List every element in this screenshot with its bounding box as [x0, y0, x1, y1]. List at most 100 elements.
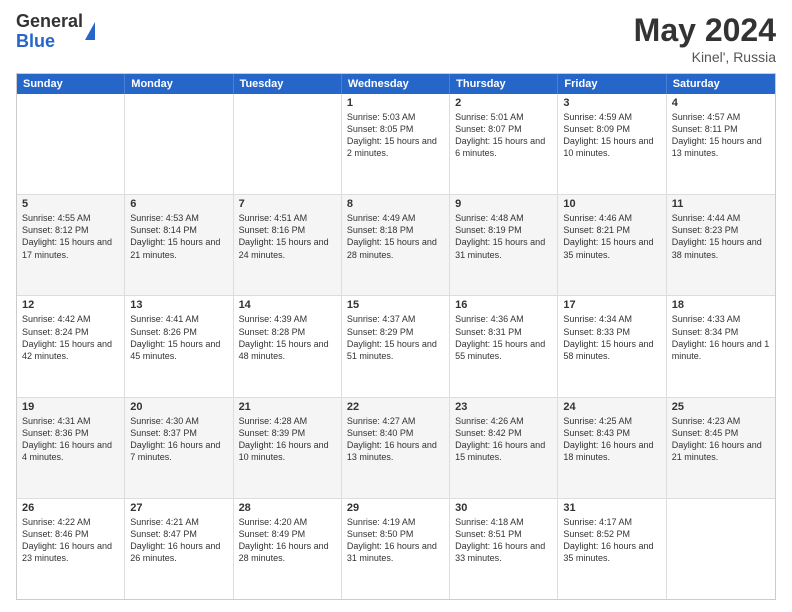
calendar-cell: 10 Sunrise: 4:46 AM Sunset: 8:21 PM Dayli…	[558, 195, 666, 295]
day-number: 30	[455, 502, 552, 514]
day-number: 1	[347, 97, 444, 109]
calendar-cell: 1 Sunrise: 5:03 AM Sunset: 8:05 PM Daylig…	[342, 94, 450, 194]
calendar: SundayMondayTuesdayWednesdayThursdayFrid…	[16, 73, 776, 600]
day-detail: Sunrise: 4:57 AM Sunset: 8:11 PM Dayligh…	[672, 111, 770, 160]
day-number: 19	[22, 401, 119, 413]
day-number: 4	[672, 97, 770, 109]
calendar-cell: 6 Sunrise: 4:53 AM Sunset: 8:14 PM Daylig…	[125, 195, 233, 295]
day-detail: Sunrise: 4:26 AM Sunset: 8:42 PM Dayligh…	[455, 415, 552, 464]
header-day-monday: Monday	[125, 74, 233, 94]
title-location: Kinel', Russia	[634, 49, 776, 65]
calendar-cell: 22 Sunrise: 4:27 AM Sunset: 8:40 PM Dayli…	[342, 398, 450, 498]
calendar-cell: 21 Sunrise: 4:28 AM Sunset: 8:39 PM Dayli…	[234, 398, 342, 498]
day-detail: Sunrise: 4:36 AM Sunset: 8:31 PM Dayligh…	[455, 313, 552, 362]
day-detail: Sunrise: 4:39 AM Sunset: 8:28 PM Dayligh…	[239, 313, 336, 362]
day-detail: Sunrise: 4:46 AM Sunset: 8:21 PM Dayligh…	[563, 212, 660, 261]
day-detail: Sunrise: 4:25 AM Sunset: 8:43 PM Dayligh…	[563, 415, 660, 464]
calendar-cell: 26Sunrise: 4:22 AM Sunset: 8:46 PM Dayli…	[17, 499, 125, 599]
header-day-sunday: Sunday	[17, 74, 125, 94]
calendar-cell: 30 Sunrise: 4:18 AM Sunset: 8:51 PM Dayli…	[450, 499, 558, 599]
day-detail: Sunrise: 4:53 AM Sunset: 8:14 PM Dayligh…	[130, 212, 227, 261]
calendar-row-3: 19 Sunrise: 4:31 AM Sunset: 8:36 PM Dayli…	[17, 397, 775, 498]
calendar-row-4: 26Sunrise: 4:22 AM Sunset: 8:46 PM Dayli…	[17, 498, 775, 599]
calendar-cell: 3 Sunrise: 4:59 AM Sunset: 8:09 PM Daylig…	[558, 94, 666, 194]
day-number: 26	[22, 502, 119, 514]
day-number: 16	[455, 299, 552, 311]
calendar-cell: 7 Sunrise: 4:51 AM Sunset: 8:16 PM Daylig…	[234, 195, 342, 295]
day-number: 7	[239, 198, 336, 210]
logo-triangle-icon	[85, 22, 95, 40]
day-detail: Sunrise: 4:42 AM Sunset: 8:24 PM Dayligh…	[22, 313, 119, 362]
day-detail: Sunrise: 4:41 AM Sunset: 8:26 PM Dayligh…	[130, 313, 227, 362]
logo-text-block: General Blue	[16, 12, 95, 52]
calendar-cell: 8Sunrise: 4:49 AM Sunset: 8:18 PM Daylig…	[342, 195, 450, 295]
header-day-thursday: Thursday	[450, 74, 558, 94]
calendar-cell: 23Sunrise: 4:26 AM Sunset: 8:42 PM Dayli…	[450, 398, 558, 498]
title-month: May 2024	[634, 12, 776, 49]
calendar-cell: 29 Sunrise: 4:19 AM Sunset: 8:50 PM Dayli…	[342, 499, 450, 599]
calendar-cell: 20 Sunrise: 4:30 AM Sunset: 8:37 PM Dayli…	[125, 398, 233, 498]
calendar-cell: 13 Sunrise: 4:41 AM Sunset: 8:26 PM Dayli…	[125, 296, 233, 396]
day-detail: Sunrise: 4:17 AM Sunset: 8:52 PM Dayligh…	[563, 516, 660, 565]
calendar-cell: 28Sunrise: 4:20 AM Sunset: 8:49 PM Dayli…	[234, 499, 342, 599]
day-number: 25	[672, 401, 770, 413]
calendar-cell: 17 Sunrise: 4:34 AM Sunset: 8:33 PM Dayli…	[558, 296, 666, 396]
day-detail: Sunrise: 4:18 AM Sunset: 8:51 PM Dayligh…	[455, 516, 552, 565]
day-detail: Sunrise: 4:51 AM Sunset: 8:16 PM Dayligh…	[239, 212, 336, 261]
calendar-cell: 15 Sunrise: 4:37 AM Sunset: 8:29 PM Dayli…	[342, 296, 450, 396]
day-number: 6	[130, 198, 227, 210]
day-detail: Sunrise: 4:34 AM Sunset: 8:33 PM Dayligh…	[563, 313, 660, 362]
day-detail: Sunrise: 4:33 AM Sunset: 8:34 PM Dayligh…	[672, 313, 770, 362]
day-number: 11	[672, 198, 770, 210]
calendar-cell: 12 Sunrise: 4:42 AM Sunset: 8:24 PM Dayli…	[17, 296, 125, 396]
calendar-cell: 18 Sunrise: 4:33 AM Sunset: 8:34 PM Dayli…	[667, 296, 775, 396]
logo: General Blue	[16, 12, 95, 52]
calendar-row-1: 5Sunrise: 4:55 AM Sunset: 8:12 PM Daylig…	[17, 194, 775, 295]
day-number: 12	[22, 299, 119, 311]
logo-blue: Blue	[16, 31, 55, 51]
logo-general: General	[16, 11, 83, 31]
day-number: 22	[347, 401, 444, 413]
day-number: 31	[563, 502, 660, 514]
day-number: 5	[22, 198, 119, 210]
day-number: 21	[239, 401, 336, 413]
header-day-friday: Friday	[558, 74, 666, 94]
day-number: 20	[130, 401, 227, 413]
day-detail: Sunrise: 4:49 AM Sunset: 8:18 PM Dayligh…	[347, 212, 444, 261]
calendar-cell	[667, 499, 775, 599]
calendar-cell: 5Sunrise: 4:55 AM Sunset: 8:12 PM Daylig…	[17, 195, 125, 295]
day-number: 3	[563, 97, 660, 109]
day-detail: Sunrise: 4:30 AM Sunset: 8:37 PM Dayligh…	[130, 415, 227, 464]
calendar-cell: 31 Sunrise: 4:17 AM Sunset: 8:52 PM Dayli…	[558, 499, 666, 599]
day-detail: Sunrise: 4:31 AM Sunset: 8:36 PM Dayligh…	[22, 415, 119, 464]
calendar-cell: 14Sunrise: 4:39 AM Sunset: 8:28 PM Dayli…	[234, 296, 342, 396]
day-detail: Sunrise: 5:03 AM Sunset: 8:05 PM Dayligh…	[347, 111, 444, 160]
calendar-cell	[125, 94, 233, 194]
day-number: 17	[563, 299, 660, 311]
calendar-cell: 9Sunrise: 4:48 AM Sunset: 8:19 PM Daylig…	[450, 195, 558, 295]
day-detail: Sunrise: 4:19 AM Sunset: 8:50 PM Dayligh…	[347, 516, 444, 565]
day-detail: Sunrise: 4:28 AM Sunset: 8:39 PM Dayligh…	[239, 415, 336, 464]
calendar-cell: 16 Sunrise: 4:36 AM Sunset: 8:31 PM Dayli…	[450, 296, 558, 396]
calendar-cell: 19 Sunrise: 4:31 AM Sunset: 8:36 PM Dayli…	[17, 398, 125, 498]
day-number: 18	[672, 299, 770, 311]
header-day-tuesday: Tuesday	[234, 74, 342, 94]
calendar-cell: 24 Sunrise: 4:25 AM Sunset: 8:43 PM Dayli…	[558, 398, 666, 498]
calendar-cell	[234, 94, 342, 194]
page: General Blue May 2024 Kinel', Russia Sun…	[0, 0, 792, 612]
day-number: 13	[130, 299, 227, 311]
calendar-cell: 11Sunrise: 4:44 AM Sunset: 8:23 PM Dayli…	[667, 195, 775, 295]
day-detail: Sunrise: 4:21 AM Sunset: 8:47 PM Dayligh…	[130, 516, 227, 565]
day-number: 9	[455, 198, 552, 210]
calendar-cell	[17, 94, 125, 194]
calendar-row-0: 1 Sunrise: 5:03 AM Sunset: 8:05 PM Daylig…	[17, 94, 775, 194]
day-detail: Sunrise: 4:27 AM Sunset: 8:40 PM Dayligh…	[347, 415, 444, 464]
day-detail: Sunrise: 4:59 AM Sunset: 8:09 PM Dayligh…	[563, 111, 660, 160]
day-number: 29	[347, 502, 444, 514]
day-number: 10	[563, 198, 660, 210]
day-number: 24	[563, 401, 660, 413]
day-number: 15	[347, 299, 444, 311]
calendar-cell: 4 Sunrise: 4:57 AM Sunset: 8:11 PM Daylig…	[667, 94, 775, 194]
day-detail: Sunrise: 4:37 AM Sunset: 8:29 PM Dayligh…	[347, 313, 444, 362]
calendar-row-2: 12 Sunrise: 4:42 AM Sunset: 8:24 PM Dayli…	[17, 295, 775, 396]
